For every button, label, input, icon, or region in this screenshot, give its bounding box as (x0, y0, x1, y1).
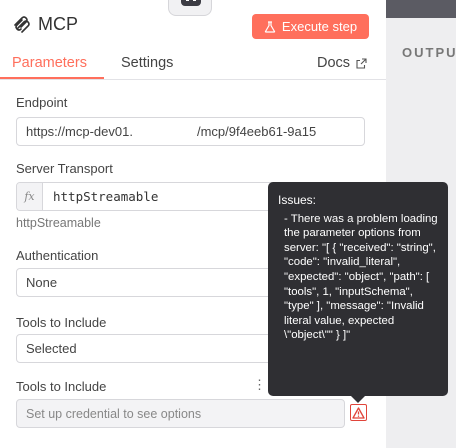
warning-button[interactable] (350, 404, 367, 421)
tooltip-title: Issues: (278, 193, 317, 207)
tools-mode-label: Tools to Include (16, 315, 107, 330)
tab-docs-label: Docs (317, 55, 351, 71)
tab-docs[interactable]: Docs (317, 55, 367, 71)
redacted-segment (132, 125, 197, 138)
canvas-strip (386, 0, 456, 18)
endpoint-input[interactable]: https://mcp-dev01. /mcp/9f4eeb61-9a15 (16, 117, 365, 146)
node-title: MCP (38, 14, 78, 34)
tab-parameters[interactable]: Parameters (12, 55, 87, 71)
warning-triangle-icon (352, 406, 365, 419)
endpoint-label: Endpoint (16, 95, 68, 110)
robot-icon (168, 0, 212, 16)
server-transport-value: httpStreamable (53, 189, 159, 204)
active-tab-indicator (0, 77, 104, 79)
tab-settings[interactable]: Settings (121, 55, 173, 71)
tools-list-select[interactable]: Set up credential to see options (16, 399, 345, 428)
server-transport-hint: httpStreamable (16, 216, 101, 230)
authentication-value: None (26, 275, 58, 290)
external-link-icon (356, 57, 367, 69)
mcp-logo-icon (14, 16, 30, 33)
execute-step-label: Execute step (281, 19, 358, 34)
issues-tooltip: Issues: - There was a problem loading th… (268, 182, 448, 403)
output-label: OUTPU (402, 45, 456, 60)
tools-mode-value: Selected (26, 341, 77, 356)
tooltip-body: - There was a problem loading the parame… (284, 212, 441, 342)
execute-step-button[interactable]: Execute step (252, 14, 369, 39)
endpoint-value-start: https://mcp-dev01. (26, 124, 133, 139)
panel-tabs: Parameters Settings Docs (0, 48, 386, 80)
tools-list-placeholder: Set up credential to see options (26, 406, 202, 421)
flask-icon (264, 20, 276, 33)
endpoint-value-end: /mcp/9f4eeb61-9a15 (196, 124, 317, 139)
tools-list-label: Tools to Include (16, 379, 107, 394)
server-transport-label: Server Transport (16, 161, 113, 176)
tooltip-arrow (351, 396, 365, 403)
kebab-menu-icon[interactable]: ⋮ (253, 378, 266, 391)
authentication-label: Authentication (16, 248, 99, 263)
expression-icon: fx (17, 183, 43, 210)
